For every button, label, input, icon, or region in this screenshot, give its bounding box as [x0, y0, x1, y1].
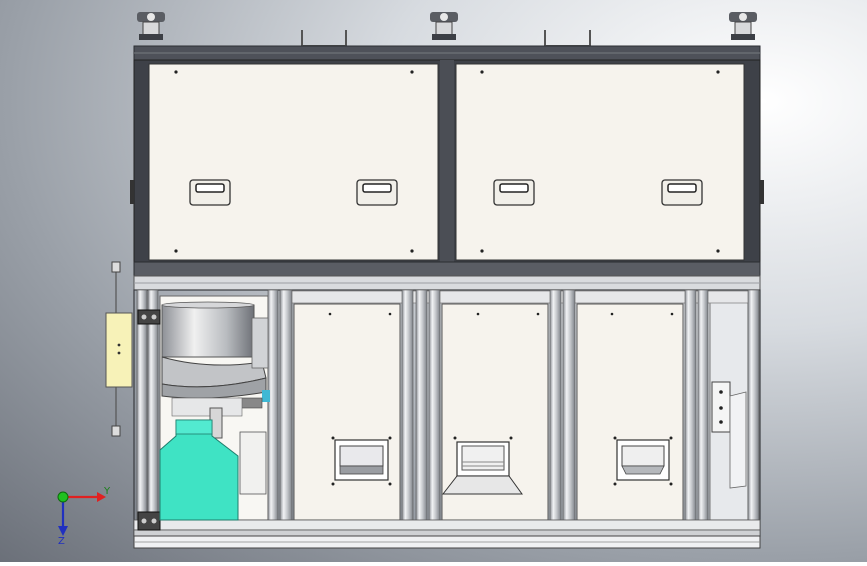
corner-bracket: [137, 309, 161, 325]
bottom-rail: [133, 519, 761, 531]
panel-window-3[interactable]: [613, 436, 673, 486]
cad-model-view[interactable]: Y Z: [0, 0, 867, 562]
triad-z-label: Z: [58, 536, 65, 547]
recessed-handle-icon[interactable]: [661, 179, 703, 206]
upper-door-left[interactable]: [148, 63, 439, 261]
levelling-foot-center[interactable]: [430, 12, 458, 40]
top-bracket-right: [544, 30, 591, 47]
hinge-icon: [130, 180, 134, 204]
corner-bracket: [137, 511, 161, 531]
lower-panel-1[interactable]: [293, 303, 401, 521]
panel-window-1[interactable]: [331, 436, 392, 486]
recessed-handle-icon[interactable]: [189, 179, 231, 206]
side-control-box[interactable]: [105, 261, 133, 437]
hinge-icon: [760, 180, 764, 204]
middle-rail[interactable]: [133, 261, 761, 277]
lower-panel-3[interactable]: [576, 303, 684, 521]
levelling-foot-right[interactable]: [729, 12, 757, 40]
coordinate-triad-icon: Y Z: [57, 486, 111, 547]
cad-viewport[interactable]: Y Z: [0, 0, 867, 562]
triad-y-label: Y: [103, 486, 111, 497]
upper-center-post: [440, 60, 454, 264]
recessed-handle-icon[interactable]: [356, 179, 398, 206]
top-bracket-left: [301, 30, 347, 47]
upper-door-right[interactable]: [455, 63, 745, 261]
recessed-handle-icon[interactable]: [493, 179, 535, 206]
levelling-foot-left[interactable]: [137, 12, 165, 40]
